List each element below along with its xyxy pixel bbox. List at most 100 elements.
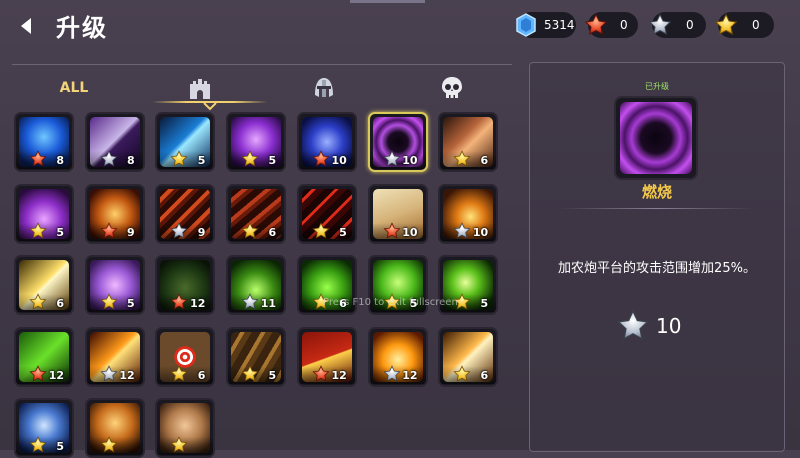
skill-slot[interactable]: 10	[438, 183, 499, 244]
panel-divider	[560, 208, 754, 209]
skill-slot[interactable]: 12	[14, 326, 74, 387]
category-tabs: ALL	[12, 64, 512, 111]
top-bar: 升级 5314 0 0 0	[0, 0, 800, 52]
skill-level: 6	[197, 368, 206, 382]
silver-star-icon	[100, 150, 118, 168]
gem-currency: 5314	[516, 12, 576, 38]
skill-level: 12	[331, 368, 347, 382]
gold-star-icon	[100, 293, 118, 311]
skill-level: 5	[56, 440, 64, 453]
silver-star-icon	[646, 11, 674, 39]
skill-level: 8	[127, 154, 135, 167]
gold-star-icon	[241, 222, 259, 240]
skill-level: 9	[127, 225, 135, 239]
skill-slot[interactable]: 5	[226, 326, 287, 387]
gem-count: 5314	[544, 18, 575, 32]
silver-star-icon	[616, 309, 650, 343]
skill-level: 5	[268, 368, 277, 382]
gold-star-icon	[453, 150, 471, 168]
gold-star-icon	[170, 365, 188, 383]
skill-level: 10	[402, 225, 418, 239]
skill-grid: 8 8 5 5 10 10 6 5 9 9 6 5 10 10 6 5 12 11 6 5 5 12 12 6 5 12 12 6 5	[14, 112, 514, 458]
skill-slot[interactable]: 12	[155, 255, 216, 315]
skill-level: 10	[331, 154, 347, 167]
helmet-tab-icon[interactable]	[308, 71, 340, 105]
silver-star-icon	[383, 150, 401, 168]
tab-all[interactable]: ALL	[52, 71, 96, 105]
red-star-icon	[582, 11, 610, 39]
silver-star-icon	[170, 222, 188, 240]
gold-star-currency: 0	[718, 12, 774, 38]
selected-skill-icon	[614, 96, 698, 180]
skill-description: 加农炮平台的攻击范围增加25%。	[558, 261, 756, 276]
page-title: 升级	[56, 14, 108, 42]
gold-star-icon	[170, 150, 188, 168]
gem-icon	[512, 11, 540, 39]
skill-slot[interactable]: 6	[226, 183, 287, 244]
fullscreen-hint: Press F10 to exit fullscreen	[323, 297, 458, 308]
red-star-icon	[29, 150, 47, 168]
skill-slot[interactable]: 5	[84, 255, 145, 315]
gold-star-icon	[29, 293, 47, 311]
skill-level: 9	[197, 225, 206, 239]
gold-star-icon	[712, 11, 740, 39]
silver-star-icon	[453, 222, 471, 240]
gold-star-icon	[241, 365, 259, 383]
skill-level: 8	[56, 154, 64, 167]
skill-slot[interactable]: 5	[226, 112, 287, 172]
skill-slot[interactable]: 10	[367, 183, 428, 244]
red-star-icon	[312, 150, 330, 168]
skill-slot[interactable]: 5	[155, 112, 216, 172]
skill-slot[interactable]: 5	[14, 398, 74, 458]
skill-slot[interactable]: 6	[438, 112, 499, 172]
skill-slot[interactable]: 9	[155, 183, 216, 244]
skill-level: 12	[402, 368, 418, 382]
gold-star-count: 0	[752, 18, 760, 32]
gold-star-icon	[100, 436, 118, 454]
skill-level: 6	[56, 297, 64, 310]
skill-level: 5	[339, 225, 347, 239]
silver-star-currency: 0	[652, 12, 706, 38]
skill-slot[interactable]	[84, 398, 145, 458]
skill-level: 5	[127, 297, 135, 310]
silver-star-count: 0	[686, 18, 694, 32]
skill-slot[interactable]: 9	[84, 183, 145, 244]
back-arrow-icon[interactable]	[14, 13, 40, 39]
skill-slot[interactable]: 6	[438, 326, 499, 387]
skill-slot[interactable]: 10	[296, 112, 357, 172]
skill-slot[interactable]: 5	[14, 183, 74, 244]
gold-star-icon	[453, 365, 471, 383]
skill-slot[interactable]: 6	[155, 326, 216, 387]
skill-level: 5	[56, 225, 64, 239]
red-star-count: 0	[620, 18, 628, 32]
skull-tab-icon[interactable]	[436, 71, 468, 105]
skill-name: 燃烧	[641, 183, 672, 201]
skill-level: 6	[480, 154, 489, 167]
skill-slot[interactable]: 11	[226, 255, 287, 315]
top-divider	[350, 0, 425, 3]
skill-level: 5	[197, 154, 206, 167]
red-star-icon	[100, 222, 118, 240]
skill-level: 12	[190, 297, 206, 310]
skill-slot[interactable]: 8	[14, 112, 74, 172]
red-star-icon	[170, 293, 188, 311]
skill-level: 12	[119, 368, 135, 382]
skill-slot[interactable]: 6	[14, 255, 74, 315]
gold-star-icon	[312, 222, 330, 240]
skill-level: 11	[260, 297, 277, 310]
silver-star-icon	[100, 365, 118, 383]
skill-slot[interactable]: 8	[84, 112, 145, 172]
skill-slot[interactable]	[155, 398, 216, 458]
skill-level: 12	[48, 368, 64, 382]
gold-star-icon	[29, 222, 47, 240]
skill-slot[interactable]: 12	[296, 326, 357, 387]
cost-value: 10	[656, 314, 682, 338]
skill-slot[interactable]: 12	[367, 326, 428, 387]
gold-star-icon	[29, 436, 47, 454]
skill-level: 10	[472, 225, 489, 239]
skill-slot[interactable]: 12	[84, 326, 145, 387]
skill-slot[interactable]: 10	[367, 112, 428, 172]
upgraded-badge: 已升级	[645, 82, 669, 91]
upgrade-cost: 10	[616, 309, 681, 343]
skill-slot[interactable]: 5	[296, 183, 357, 244]
